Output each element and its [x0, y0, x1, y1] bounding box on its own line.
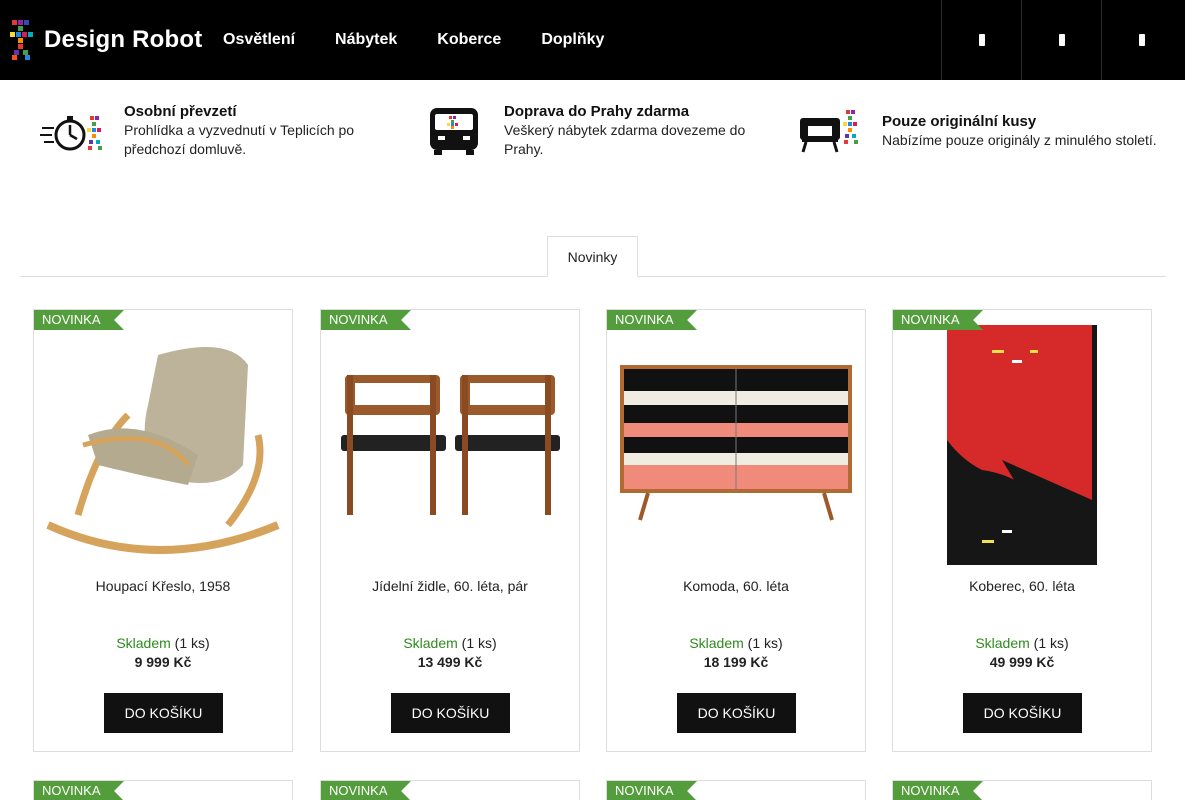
product-card[interactable]: NOVINKA [892, 780, 1152, 800]
novinka-badge: NOVINKA [321, 781, 411, 800]
novinka-badge: NOVINKA [607, 310, 697, 330]
benefit-text: Nabízíme pouze originály z minulého stol… [882, 132, 1157, 148]
main-nav: Osvětlení Nábytek Koberce Doplňky [223, 0, 644, 80]
stock-qty: (1 ks) [461, 635, 497, 651]
stock-info: Skladem (1 ks) [893, 635, 1151, 651]
product-image-dining-chairs[interactable] [321, 320, 579, 570]
logo[interactable]: Design Robot [10, 20, 202, 60]
account-button[interactable] [1021, 0, 1101, 80]
benefit-title: Osobní převzetí [124, 103, 237, 120]
novinka-badge: NOVINKA [893, 781, 983, 800]
novinka-badge: NOVINKA [321, 310, 411, 330]
van-icon [430, 107, 478, 155]
stock-info: Skladem (1 ks) [321, 635, 579, 651]
armchair-icon [800, 110, 858, 153]
product-image-rug[interactable] [893, 320, 1151, 570]
add-to-cart-button[interactable]: DO KOŠÍKU [104, 693, 223, 733]
user-icon [1058, 34, 1065, 46]
cart-button[interactable] [1101, 0, 1181, 80]
product-card[interactable]: NOVINKA Houpací Křeslo, 1958 Skladem (1 … [33, 309, 293, 752]
product-name[interactable]: Komoda, 60. léta [607, 578, 865, 594]
product-card[interactable]: NOVINKA [606, 780, 866, 800]
benefit-title: Pouze originální kusy [882, 113, 1037, 130]
product-image-rocking-chair[interactable] [34, 320, 292, 570]
benefit-original: Pouze originální kusy Nabízíme pouze ori… [798, 106, 1178, 156]
benefit-text: Prohlídka a vyzvednutí v Teplicích po př… [124, 122, 355, 157]
product-price: 18 199 Kč [703, 654, 769, 670]
benefit-title: Doprava do Prahy zdarma [504, 103, 690, 120]
stock-status: Skladem [975, 635, 1030, 651]
novinka-badge: NOVINKA [34, 781, 124, 800]
product-card[interactable]: NOVINKA [320, 780, 580, 800]
stock-status: Skladem [689, 635, 744, 651]
add-to-cart-button[interactable]: DO KOŠÍKU [677, 693, 796, 733]
stopwatch-icon [40, 115, 102, 150]
site-header: Design Robot Osvětlení Nábytek Koberce D… [0, 0, 1185, 80]
product-image-dresser[interactable] [607, 320, 865, 570]
product-card[interactable]: NOVINKA Koberec, 60. léta Skladem (1 ks)… [892, 309, 1152, 752]
nav-item-osvetleni[interactable]: Osvětlení [223, 31, 295, 49]
nav-item-nabytek[interactable]: Nábytek [335, 31, 397, 49]
product-name[interactable]: Houpací Křeslo, 1958 [34, 578, 292, 594]
tab-novinky[interactable]: Novinky [547, 236, 638, 277]
robot-logo-icon [10, 20, 33, 60]
product-price: 9 999 Kč [134, 654, 192, 670]
benefit-pickup: Osobní převzetí Prohlídka a vyzvednutí v… [40, 102, 400, 159]
stock-qty: (1 ks) [1033, 635, 1069, 651]
search-button[interactable] [941, 0, 1021, 80]
add-to-cart-button[interactable]: DO KOŠÍKU [391, 693, 510, 733]
stock-status: Skladem [403, 635, 458, 651]
product-name[interactable]: Jídelní židle, 60. léta, pár [321, 578, 579, 594]
stock-info: Skladem (1 ks) [607, 635, 865, 651]
logo-text: Design Robot [44, 26, 203, 53]
product-price: 49 999 Kč [989, 654, 1055, 670]
product-card[interactable]: NOVINKA Komoda, 60. léta Skladem (1 ks) … [606, 309, 866, 752]
cart-icon [1138, 34, 1145, 46]
stock-status: Skladem [116, 635, 171, 651]
benefit-text: Veškerý nábytek zdarma dovezeme do Prahy… [504, 122, 746, 157]
stock-qty: (1 ks) [747, 635, 783, 651]
benefit-delivery: Doprava do Prahy zdarma Veškerý nábytek … [420, 102, 770, 159]
product-price: 13 499 Kč [417, 654, 483, 670]
nav-item-doplnky[interactable]: Doplňky [541, 31, 604, 49]
product-card[interactable]: NOVINKA [33, 780, 293, 800]
product-name[interactable]: Koberec, 60. léta [893, 578, 1151, 594]
nav-item-koberce[interactable]: Koberce [437, 31, 501, 49]
novinka-badge: NOVINKA [34, 310, 124, 330]
stock-qty: (1 ks) [174, 635, 210, 651]
product-card[interactable]: NOVINKA Jídelní židle, 60. léta, pár Skl… [320, 309, 580, 752]
add-to-cart-button[interactable]: DO KOŠÍKU [963, 693, 1082, 733]
novinka-badge: NOVINKA [893, 310, 983, 330]
stock-info: Skladem (1 ks) [34, 635, 292, 651]
novinka-badge: NOVINKA [607, 781, 697, 800]
search-icon [978, 34, 985, 46]
